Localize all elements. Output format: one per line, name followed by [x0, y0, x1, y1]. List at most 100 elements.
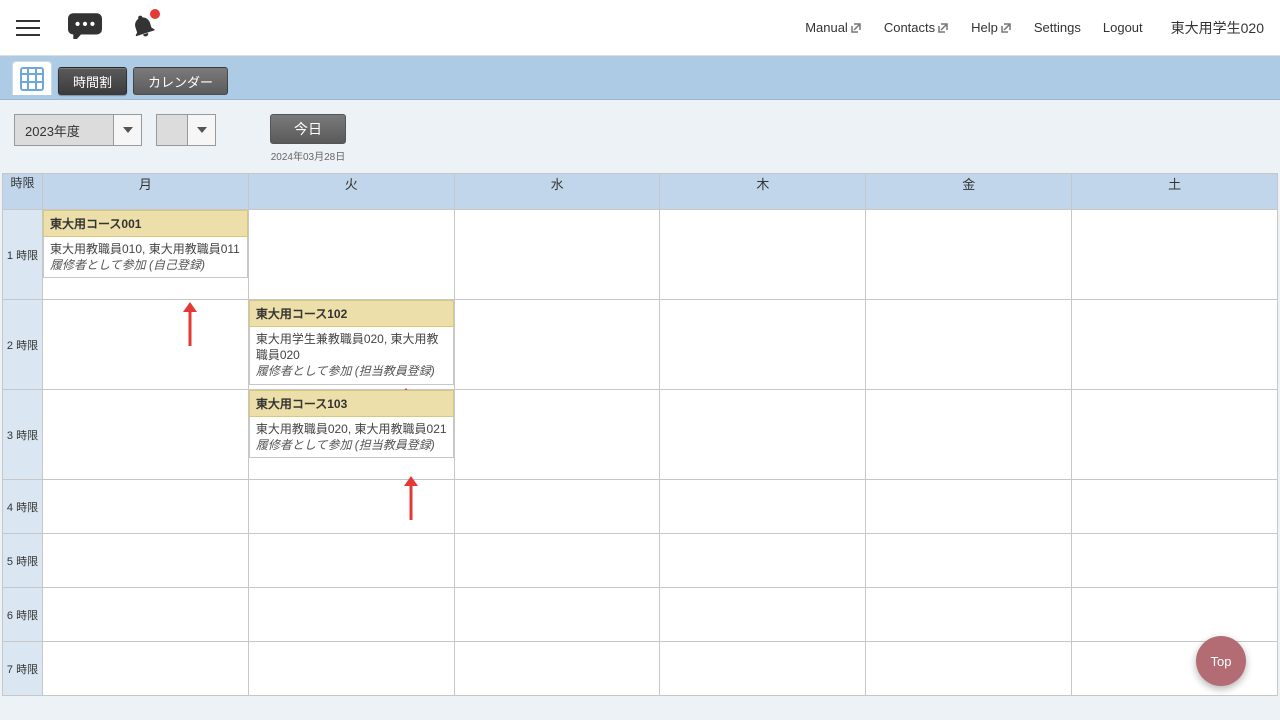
view-tab-calendar[interactable]: カレンダー [133, 67, 228, 95]
contacts-label: Contacts [884, 20, 935, 35]
scroll-top-button[interactable]: Top [1196, 636, 1246, 686]
arrow-annotation [183, 302, 197, 349]
course-body: 東大用学生兼教職員020, 東大用教職員020 履修者として参加 (担当教員登録… [249, 327, 454, 385]
user-name: 東大用学生020 [1171, 18, 1264, 38]
toolbar: 2023年度 今日 2024年03月28日 [0, 100, 1280, 173]
grid-view-button[interactable] [12, 61, 52, 95]
topbar: Manual Contacts Help Settings Logout 東大用… [0, 0, 1280, 56]
chevron-down-icon[interactable] [114, 114, 142, 146]
cell-p6-wed[interactable] [454, 588, 660, 642]
cell-p6-tue[interactable] [248, 588, 454, 642]
cell-p7-thu[interactable] [660, 642, 866, 696]
course-title: 東大用コース102 [249, 300, 454, 327]
external-icon [937, 22, 949, 34]
cell-p5-mon[interactable] [43, 534, 249, 588]
cell-p7-wed[interactable] [454, 642, 660, 696]
cell-p5-fri[interactable] [866, 534, 1072, 588]
cell-p7-mon[interactable] [43, 642, 249, 696]
cell-p4-wed[interactable] [454, 480, 660, 534]
day-head-mon: 月 [43, 174, 249, 210]
cell-p7-tue[interactable] [248, 642, 454, 696]
cell-p3-thu[interactable] [660, 390, 866, 480]
course-title: 東大用コース001 [43, 210, 248, 237]
topbar-right: Manual Contacts Help Settings Logout 東大用… [805, 18, 1264, 38]
course-card[interactable]: 東大用コース103 東大用教職員020, 東大用教職員021 履修者として参加 … [249, 390, 454, 458]
menu-icon[interactable] [16, 16, 40, 40]
cell-p1-fri[interactable] [866, 210, 1072, 300]
cell-p5-thu[interactable] [660, 534, 866, 588]
notifications-icon[interactable] [130, 13, 156, 42]
cell-p2-tue[interactable]: 東大用コース102 東大用学生兼教職員020, 東大用教職員020 履修者として… [248, 300, 454, 390]
cell-p7-sat[interactable] [1072, 642, 1278, 696]
period-label: 4 時限 [3, 480, 43, 534]
course-instructors: 東大用教職員020, 東大用教職員021 [256, 421, 447, 437]
course-instructors: 東大用教職員010, 東大用教職員011 [50, 241, 241, 257]
period-label: 1 時限 [3, 210, 43, 300]
cell-p7-fri[interactable] [866, 642, 1072, 696]
external-icon [1000, 22, 1012, 34]
period-label: 5 時限 [3, 534, 43, 588]
today-date: 2024年03月28日 [271, 148, 346, 163]
cell-p5-tue[interactable] [248, 534, 454, 588]
cell-p3-tue[interactable]: 東大用コース103 東大用教職員020, 東大用教職員021 履修者として参加 … [248, 390, 454, 480]
course-card[interactable]: 東大用コース102 東大用学生兼教職員020, 東大用教職員020 履修者として… [249, 300, 454, 385]
settings-link[interactable]: Settings [1034, 20, 1081, 35]
cell-p4-tue[interactable] [248, 480, 454, 534]
period-label: 6 時限 [3, 588, 43, 642]
day-head-wed: 水 [454, 174, 660, 210]
today-button[interactable]: 今日 [270, 114, 346, 144]
timetable: 時限 月 火 水 木 金 土 1 時限 東大用コース001 東大用教職員010,… [0, 173, 1280, 696]
cell-p2-thu[interactable] [660, 300, 866, 390]
cell-p6-sat[interactable] [1072, 588, 1278, 642]
course-note: 履修者として参加 (担当教員登録) [256, 437, 447, 453]
day-head-fri: 金 [866, 174, 1072, 210]
cell-p3-fri[interactable] [866, 390, 1072, 480]
arrow-annotation [404, 476, 418, 523]
cell-p6-fri[interactable] [866, 588, 1072, 642]
external-icon [850, 22, 862, 34]
chat-icon[interactable] [68, 13, 102, 42]
course-card[interactable]: 東大用コース001 東大用教職員010, 東大用教職員011 履修者として参加 … [43, 210, 248, 278]
cell-p1-wed[interactable] [454, 210, 660, 300]
help-label: Help [971, 20, 998, 35]
help-link[interactable]: Help [971, 20, 1012, 35]
manual-label: Manual [805, 20, 848, 35]
period-header: 時限 [3, 174, 43, 210]
cell-p2-mon[interactable] [43, 300, 249, 390]
today-group: 今日 2024年03月28日 [270, 114, 346, 163]
course-body: 東大用教職員010, 東大用教職員011 履修者として参加 (自己登録) [43, 237, 248, 278]
topbar-left [16, 13, 156, 42]
cell-p3-wed[interactable] [454, 390, 660, 480]
cell-p6-mon[interactable] [43, 588, 249, 642]
logout-link[interactable]: Logout [1103, 20, 1143, 35]
cell-p3-mon[interactable] [43, 390, 249, 480]
year-select[interactable]: 2023年度 [14, 114, 142, 146]
cell-p4-fri[interactable] [866, 480, 1072, 534]
cell-p5-wed[interactable] [454, 534, 660, 588]
cell-p3-sat[interactable] [1072, 390, 1278, 480]
cell-p2-fri[interactable] [866, 300, 1072, 390]
cell-p4-thu[interactable] [660, 480, 866, 534]
cell-p1-sat[interactable] [1072, 210, 1278, 300]
cell-p4-mon[interactable] [43, 480, 249, 534]
period-label: 7 時限 [3, 642, 43, 696]
course-note: 履修者として参加 (担当教員登録) [256, 363, 447, 379]
cell-p4-sat[interactable] [1072, 480, 1278, 534]
cell-p1-tue[interactable] [248, 210, 454, 300]
course-instructors: 東大用学生兼教職員020, 東大用教職員020 [256, 331, 447, 363]
course-title: 東大用コース103 [249, 390, 454, 417]
cell-p2-sat[interactable] [1072, 300, 1278, 390]
cell-p1-mon[interactable]: 東大用コース001 東大用教職員010, 東大用教職員011 履修者として参加 … [43, 210, 249, 300]
cell-p6-thu[interactable] [660, 588, 866, 642]
term-select[interactable] [156, 114, 216, 146]
cell-p2-wed[interactable] [454, 300, 660, 390]
contacts-link[interactable]: Contacts [884, 20, 949, 35]
course-body: 東大用教職員020, 東大用教職員021 履修者として参加 (担当教員登録) [249, 417, 454, 458]
grid-icon [20, 67, 44, 91]
view-tab-timetable[interactable]: 時間割 [58, 67, 127, 95]
chevron-down-icon[interactable] [188, 114, 216, 146]
cell-p1-thu[interactable] [660, 210, 866, 300]
cell-p5-sat[interactable] [1072, 534, 1278, 588]
manual-link[interactable]: Manual [805, 20, 862, 35]
period-label: 3 時限 [3, 390, 43, 480]
